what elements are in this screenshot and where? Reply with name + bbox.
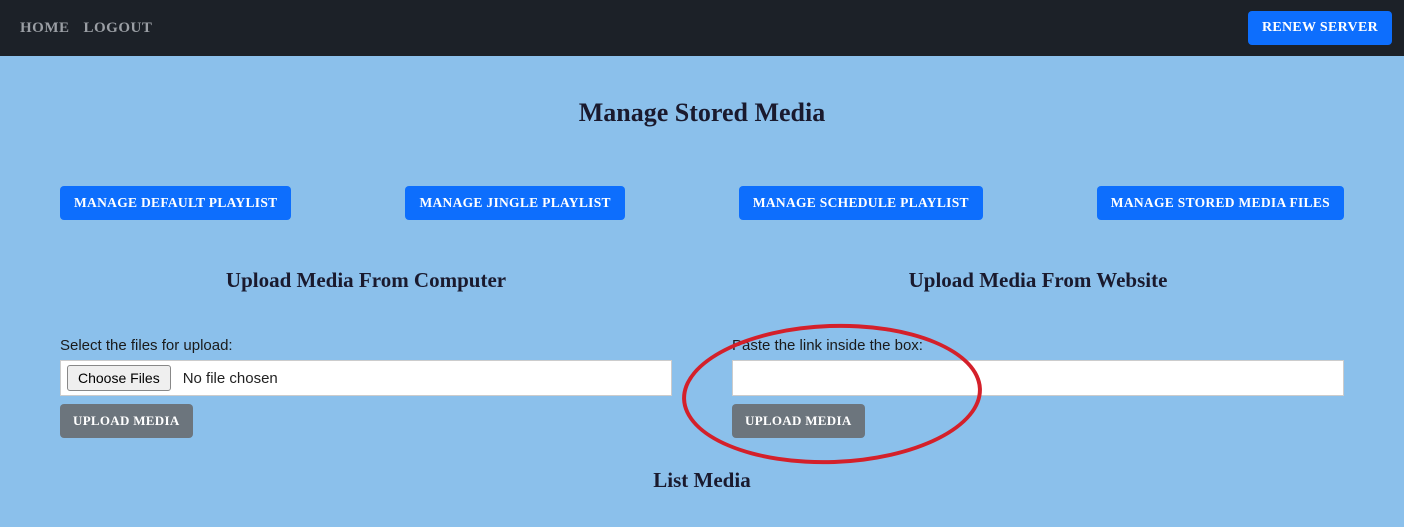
choose-files-button[interactable]: Choose Files	[67, 365, 171, 391]
tab-manage-schedule-playlist[interactable]: MANAGE SCHEDULE PLAYLIST	[739, 186, 983, 220]
playlist-tabs: MANAGE DEFAULT PLAYLIST MANAGE JINGLE PL…	[0, 186, 1404, 220]
tab-manage-stored-media-files[interactable]: MANAGE STORED MEDIA FILES	[1097, 186, 1344, 220]
upload-website-heading: Upload Media From Website	[732, 268, 1344, 293]
file-chosen-status: No file chosen	[177, 370, 278, 387]
list-media-heading: List Media	[0, 468, 1404, 493]
upload-from-website-section: Upload Media From Website Paste the link…	[732, 268, 1344, 438]
upload-from-computer-section: Upload Media From Computer Select the fi…	[60, 268, 672, 438]
top-navbar: HOME LOGOUT RENEW SERVER	[0, 0, 1404, 56]
file-select-label: Select the files for upload:	[60, 337, 672, 354]
renew-server-button[interactable]: RENEW SERVER	[1248, 11, 1392, 45]
file-input[interactable]: Choose Files No file chosen	[60, 360, 672, 396]
website-link-input[interactable]	[732, 360, 1344, 396]
page-title: Manage Stored Media	[0, 98, 1404, 128]
link-paste-label: Paste the link inside the box:	[732, 337, 1344, 354]
nav-home-link[interactable]: HOME	[20, 20, 70, 37]
nav-logout-link[interactable]: LOGOUT	[84, 20, 153, 37]
tab-manage-jingle-playlist[interactable]: MANAGE JINGLE PLAYLIST	[405, 186, 624, 220]
upload-media-from-computer-button[interactable]: UPLOAD MEDIA	[60, 404, 193, 438]
upload-computer-heading: Upload Media From Computer	[60, 268, 672, 293]
tab-manage-default-playlist[interactable]: MANAGE DEFAULT PLAYLIST	[60, 186, 291, 220]
upload-media-from-website-button[interactable]: UPLOAD MEDIA	[732, 404, 865, 438]
nav-left: HOME LOGOUT	[12, 20, 152, 37]
upload-sections: Upload Media From Computer Select the fi…	[0, 268, 1404, 438]
